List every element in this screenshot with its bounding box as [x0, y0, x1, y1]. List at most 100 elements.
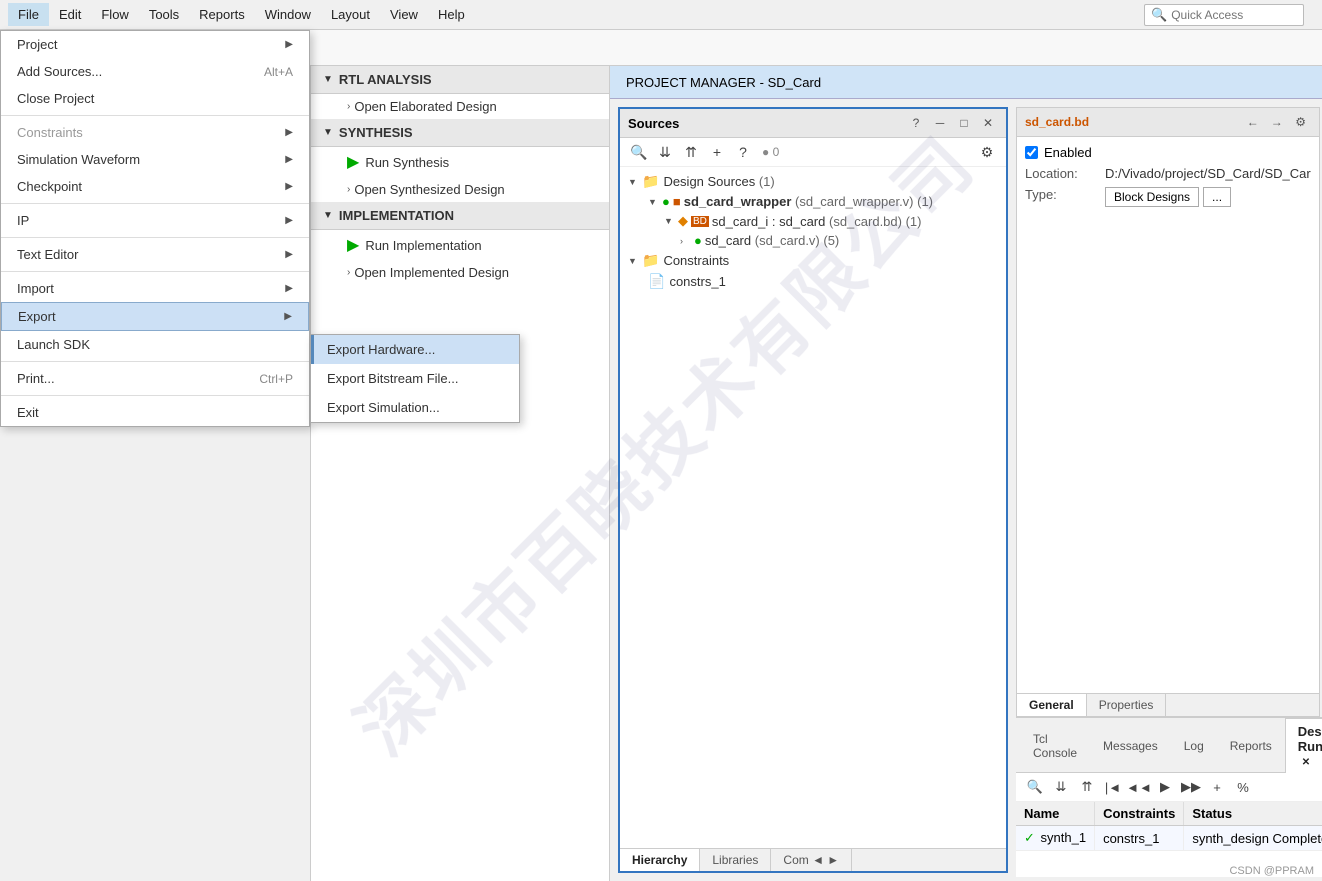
bottom-add-btn[interactable]: +: [1206, 776, 1228, 798]
bottom-tab-bar: Tcl Console Messages Log Reports Design …: [1016, 718, 1322, 773]
file-menu-export[interactable]: Export ▶: [1, 302, 309, 331]
menu-file[interactable]: File: [8, 3, 49, 26]
wrapper-file: (sd_card_wrapper.v) (1): [795, 194, 933, 209]
tab-design-runs[interactable]: Design Runs ✕: [1285, 718, 1322, 773]
file-menu-print[interactable]: Print... Ctrl+P: [1, 365, 309, 392]
bottom-prev-btn[interactable]: ◄◄: [1128, 776, 1150, 798]
file-menu-exit[interactable]: Exit: [1, 399, 309, 426]
arrow-icon-import: ▶: [285, 283, 293, 294]
file-menu-add-sources[interactable]: Add Sources... Alt+A: [1, 58, 309, 85]
bd-type-ellipsis-btn[interactable]: ...: [1203, 187, 1231, 207]
file-menu-checkpoint[interactable]: Checkpoint ▶: [1, 173, 309, 200]
bd-settings-btn[interactable]: ⚙: [1291, 112, 1311, 132]
bottom-first-btn[interactable]: |◄: [1102, 776, 1124, 798]
tab-general[interactable]: General: [1017, 694, 1087, 716]
bottom-collapse-btn[interactable]: ⇊: [1050, 776, 1072, 798]
bottom-play-btn[interactable]: ▶: [1154, 776, 1176, 798]
sidebar-item-run-implementation[interactable]: ▶ Run Implementation: [311, 230, 609, 260]
file-menu-text-editor[interactable]: Text Editor ▶: [1, 241, 309, 268]
menu-flow[interactable]: Flow: [91, 3, 138, 26]
tree-arrow-wrapper: ▼: [648, 197, 658, 207]
file-menu-sim-waveform[interactable]: Simulation Waveform ▶: [1, 146, 309, 173]
bottom-percent-btn[interactable]: %: [1232, 776, 1254, 798]
tab-libraries[interactable]: Libraries: [700, 849, 771, 871]
bd-type-value-btn[interactable]: Block Designs: [1105, 187, 1199, 207]
tree-constraints[interactable]: ▼ 📁 Constraints: [620, 250, 1006, 271]
green-dot-icon: ●: [662, 194, 670, 209]
file-menu-launch-sdk[interactable]: Launch SDK: [1, 331, 309, 358]
menu-window[interactable]: Window: [255, 3, 321, 26]
export-hardware-item[interactable]: Export Hardware...: [311, 335, 519, 364]
orange-block-icon: ■: [673, 194, 681, 209]
menu-help[interactable]: Help: [428, 3, 475, 26]
tree-design-sources[interactable]: ▼ 📁 Design Sources (1): [620, 171, 1006, 192]
menu-view[interactable]: View: [380, 3, 428, 26]
tree-constrs-1[interactable]: 📄 constrs_1: [620, 271, 1006, 292]
bd-tabs: General Properties: [1017, 693, 1319, 716]
bottom-search-btn[interactable]: 🔍: [1024, 776, 1046, 798]
enabled-label: Enabled: [1044, 145, 1092, 160]
rtl-analysis-section[interactable]: ▼ RTL ANALYSIS: [311, 66, 609, 94]
sources-help-btn[interactable]: ?: [906, 113, 926, 133]
menu-layout[interactable]: Layout: [321, 3, 380, 26]
separator-4: [1, 271, 309, 272]
sources-settings-btn[interactable]: ⚙: [976, 141, 998, 163]
sidebar-item-open-elaborated[interactable]: › Open Elaborated Design: [311, 94, 609, 119]
constraints-label: Constraints: [663, 253, 729, 268]
col-constraints: Constraints: [1095, 802, 1184, 826]
sources-collapse-all-btn[interactable]: ⇊: [654, 141, 676, 163]
menu-reports[interactable]: Reports: [189, 3, 255, 26]
implementation-section[interactable]: ▼ IMPLEMENTATION: [311, 202, 609, 230]
sidebar-item-open-synthesized[interactable]: › Open Synthesized Design: [311, 177, 609, 202]
bd-forward-btn[interactable]: →: [1267, 112, 1287, 132]
tab-messages[interactable]: Messages: [1090, 733, 1171, 758]
project-manager-sep: -: [760, 75, 768, 90]
design-sources-label: Design Sources: [663, 174, 755, 189]
tab-properties[interactable]: Properties: [1087, 694, 1167, 716]
tree-sd-card-i[interactable]: ▼ ◆ BD sd_card_i : sd_card (sd_card.bd) …: [620, 211, 1006, 231]
tab-tcl-console[interactable]: Tcl Console: [1020, 726, 1090, 765]
sources-info-btn[interactable]: ?: [732, 141, 754, 163]
sources-add-btn[interactable]: +: [706, 141, 728, 163]
tree-sd-card-leaf[interactable]: › ● sd_card (sd_card.v) (5): [620, 231, 1006, 250]
table-row[interactable]: ✓ synth_1 constrs_1 synth_design Complet…: [1016, 826, 1322, 851]
file-menu-import[interactable]: Import ▶: [1, 275, 309, 302]
sidebar-item-open-implemented[interactable]: › Open Implemented Design: [311, 260, 609, 285]
bottom-next-btn[interactable]: ▶▶: [1180, 776, 1202, 798]
play-icon-synthesis: ▶: [347, 152, 359, 172]
synthesis-section[interactable]: ▼ SYNTHESIS: [311, 119, 609, 147]
left-sidebar: ▼ RTL ANALYSIS › Open Elaborated Design …: [310, 66, 610, 881]
tab-log[interactable]: Log: [1171, 733, 1217, 758]
sources-expand-all-btn[interactable]: ⇈: [680, 141, 702, 163]
tree-arrow-sd-leaf: ›: [680, 236, 690, 246]
export-bitstream-item[interactable]: Export Bitstream File...: [311, 364, 519, 393]
bd-back-btn[interactable]: ←: [1243, 112, 1263, 132]
tab-hierarchy[interactable]: Hierarchy: [620, 849, 700, 871]
tab-compile-order[interactable]: Com ◄ ►: [771, 849, 852, 871]
bd-enabled-checkbox[interactable]: Enabled: [1025, 145, 1311, 160]
file-menu-ip[interactable]: IP ▶: [1, 207, 309, 234]
arrow-icon: ▶: [285, 39, 293, 50]
tree-sd-card-wrapper[interactable]: ▼ ● ■ sd_card_wrapper (sd_card_wrapper.v…: [620, 192, 1006, 211]
file-menu-close-project[interactable]: Close Project: [1, 85, 309, 112]
quick-access-input[interactable]: [1171, 8, 1297, 22]
sources-close-btn[interactable]: ✕: [978, 113, 998, 133]
arrow-icon-checkpoint: ▶: [285, 181, 293, 192]
export-simulation-item[interactable]: Export Simulation...: [311, 393, 519, 422]
sources-minimize-btn[interactable]: ─: [930, 113, 950, 133]
bottom-expand-btn[interactable]: ⇈: [1076, 776, 1098, 798]
sources-maximize-btn[interactable]: □: [954, 113, 974, 133]
separator-1: [1, 115, 309, 116]
file-menu-project[interactable]: Project ▶: [1, 31, 309, 58]
tree-constrs-icon: 📄: [648, 273, 665, 290]
sources-search-btn[interactable]: 🔍: [628, 141, 650, 163]
file-menu-constraints[interactable]: Constraints ▶: [1, 119, 309, 146]
design-runs-close[interactable]: ✕: [1302, 757, 1310, 768]
menu-edit[interactable]: Edit: [49, 3, 91, 26]
bd-panel-controls: ← → ⚙: [1243, 112, 1311, 132]
enabled-checkbox-input[interactable]: [1025, 146, 1038, 159]
sources-toolbar: 🔍 ⇊ ⇈ + ? ● 0 ⚙: [620, 138, 1006, 167]
tab-reports[interactable]: Reports: [1217, 733, 1285, 758]
menu-tools[interactable]: Tools: [139, 3, 189, 26]
sidebar-item-run-synthesis[interactable]: ▶ Run Synthesis: [311, 147, 609, 177]
